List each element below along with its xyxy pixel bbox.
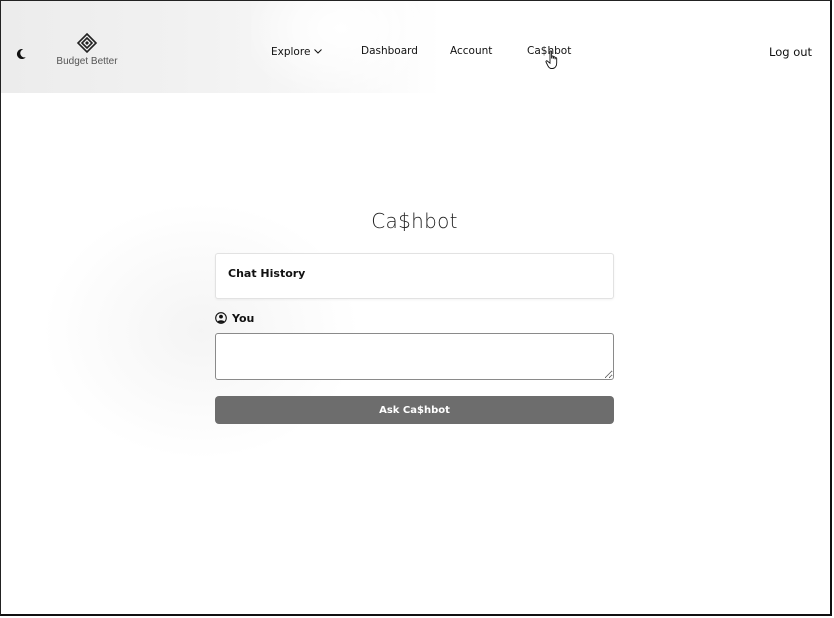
diamond-logo-icon (76, 33, 98, 53)
chevron-down-icon (314, 45, 323, 57)
brand-logo[interactable]: Budget Better (51, 33, 123, 67)
nav-dashboard[interactable]: Dashboard (361, 45, 418, 57)
brand-name: Budget Better (56, 56, 118, 67)
page-title: Ca$hbot (371, 209, 458, 233)
chat-history-title: Chat History (228, 267, 306, 280)
nav-account[interactable]: Account (450, 45, 492, 57)
you-label-text: You (232, 311, 255, 325)
ask-cashbot-button[interactable]: Ask Ca$hbot (215, 396, 614, 424)
chat-history-panel: Chat History (215, 253, 614, 299)
app-window: Budget Better Explore Dashboard Account … (0, 0, 832, 616)
user-circle-icon (215, 312, 227, 324)
nav-cashbot[interactable]: Ca$hbot (527, 45, 571, 57)
moon-icon[interactable] (15, 45, 29, 60)
nav-explore-label: Explore (271, 46, 311, 58)
logout-link[interactable]: Log out (769, 45, 812, 59)
nav-explore[interactable]: Explore (271, 45, 323, 58)
message-input[interactable] (215, 333, 614, 380)
you-label: You (215, 311, 254, 325)
